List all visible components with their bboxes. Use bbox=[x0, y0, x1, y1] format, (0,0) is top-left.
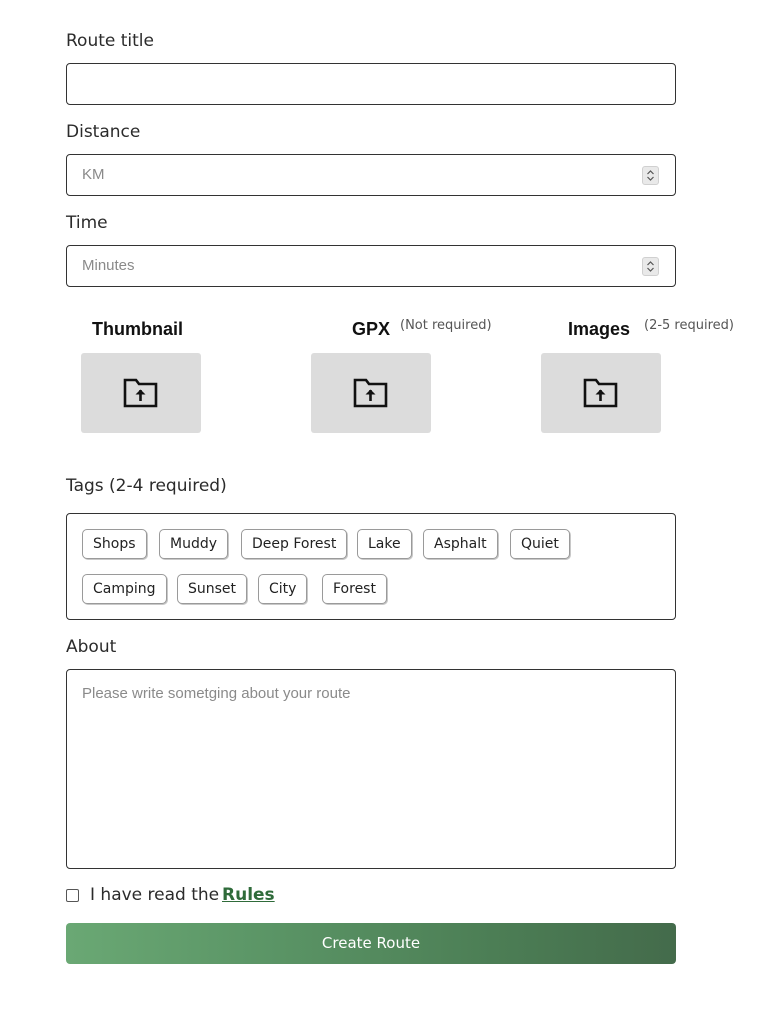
about-placeholder: Please write sometging about your route bbox=[82, 685, 351, 702]
distance-label: Distance bbox=[66, 122, 141, 142]
route-title-label: Route title bbox=[66, 31, 154, 51]
tag-quiet[interactable]: Quiet bbox=[510, 529, 570, 559]
about-label: About bbox=[66, 637, 117, 657]
agreement-text: I have read the bbox=[90, 885, 220, 905]
images-upload-button[interactable] bbox=[541, 353, 661, 433]
gpx-upload-button[interactable] bbox=[311, 353, 431, 433]
route-title-input[interactable] bbox=[66, 63, 676, 105]
gpx-note: (Not required) bbox=[400, 318, 492, 333]
about-textarea[interactable]: Please write sometging about your route bbox=[66, 669, 676, 869]
time-label: Time bbox=[66, 213, 108, 233]
chevron-up-down-icon bbox=[647, 261, 654, 272]
tag-muddy[interactable]: Muddy bbox=[159, 529, 229, 559]
tag-forest[interactable]: Forest bbox=[322, 574, 387, 604]
time-input[interactable]: Minutes bbox=[66, 245, 676, 287]
time-stepper[interactable] bbox=[642, 257, 659, 276]
rules-checkbox[interactable] bbox=[66, 889, 79, 902]
gpx-title: GPX bbox=[352, 319, 391, 339]
folder-upload-icon bbox=[123, 378, 158, 408]
create-route-button[interactable]: Create Route bbox=[66, 923, 676, 964]
tag-camping[interactable]: Camping bbox=[82, 574, 167, 604]
chevron-up-down-icon bbox=[647, 170, 654, 181]
distance-stepper[interactable] bbox=[642, 166, 659, 185]
tag-asphalt[interactable]: Asphalt bbox=[423, 529, 498, 559]
tag-shops[interactable]: Shops bbox=[82, 529, 147, 559]
rules-link[interactable]: Rules bbox=[222, 885, 275, 905]
thumbnail-title: Thumbnail bbox=[92, 319, 183, 339]
tag-city[interactable]: City bbox=[258, 574, 308, 604]
tag-lake[interactable]: Lake bbox=[357, 529, 412, 559]
distance-placeholder: KM bbox=[82, 166, 105, 183]
thumbnail-upload-button[interactable] bbox=[81, 353, 201, 433]
folder-upload-icon bbox=[353, 378, 388, 408]
tags-container: Shops Muddy Deep Forest Lake Asphalt Qui… bbox=[66, 513, 676, 620]
images-note: (2-5 required) bbox=[644, 318, 734, 333]
tag-deep-forest[interactable]: Deep Forest bbox=[241, 529, 348, 559]
images-title: Images bbox=[568, 319, 631, 339]
distance-input[interactable]: KM bbox=[66, 154, 676, 196]
tag-sunset[interactable]: Sunset bbox=[177, 574, 248, 604]
folder-upload-icon bbox=[583, 378, 618, 408]
tags-label: Tags (2-4 required) bbox=[66, 476, 227, 496]
time-placeholder: Minutes bbox=[82, 257, 135, 274]
